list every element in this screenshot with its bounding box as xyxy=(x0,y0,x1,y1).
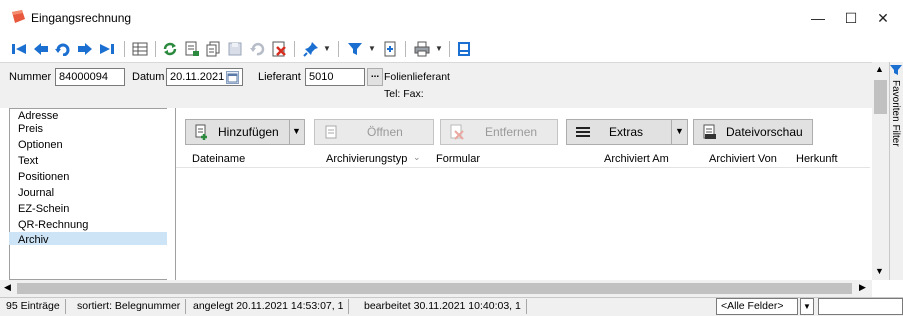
horizontal-scroll-thumb[interactable] xyxy=(17,283,852,294)
extras-dropdown-icon[interactable]: ▼ xyxy=(675,126,684,136)
archive-grid-header: Dateiname Archivierungstyp ⌄ Formular Ar… xyxy=(176,150,870,168)
remove-file-icon xyxy=(449,124,465,140)
toolbar-separator xyxy=(449,41,450,57)
first-record-icon[interactable] xyxy=(10,40,28,58)
exit-icon[interactable] xyxy=(455,40,473,58)
scroll-up-icon[interactable]: ▲ xyxy=(875,64,884,74)
title-bar xyxy=(0,0,903,36)
save-icon[interactable] xyxy=(226,40,244,58)
add-button[interactable]: Hinzufügen xyxy=(185,119,305,145)
refresh-icon[interactable] xyxy=(161,40,179,58)
filter-icon[interactable] xyxy=(346,40,364,58)
open-button[interactable]: Öffnen xyxy=(314,119,434,145)
status-edited: bearbeitet 30.11.2021 10:40:03, 1 xyxy=(364,299,527,314)
last-record-icon[interactable] xyxy=(98,40,116,58)
print-icon[interactable] xyxy=(413,40,431,58)
nav-item-positionen[interactable]: Positionen xyxy=(18,171,69,183)
preview-button-label: Dateivorschau xyxy=(726,125,803,139)
open-file-icon xyxy=(323,124,339,140)
extras-button-label: Extras xyxy=(609,125,644,139)
col-formular[interactable]: Formular xyxy=(436,153,480,165)
sort-chevron-icon: ⌄ xyxy=(413,152,421,162)
nav-item-preis[interactable]: Preis xyxy=(18,123,43,135)
sidetab-filter-icon xyxy=(890,64,902,79)
scroll-down-icon[interactable]: ▼ xyxy=(875,266,884,276)
field-filter-select[interactable]: <Alle Felder> xyxy=(716,298,798,315)
filter-dropdown-icon[interactable]: ▼ xyxy=(368,44,376,53)
status-count: 95 Einträge xyxy=(6,299,66,314)
toolbar-separator xyxy=(124,41,125,57)
status-created: angelegt 20.11.2021 14:53:07, 1 xyxy=(193,299,350,314)
pin-dropdown-icon[interactable]: ▼ xyxy=(323,44,331,53)
toolbar-separator xyxy=(155,41,156,57)
col-archiviert-am[interactable]: Archiviert Am xyxy=(604,153,669,165)
remove-button[interactable]: Entfernen xyxy=(440,119,558,145)
nav-item-qr-rechnung[interactable]: QR-Rechnung xyxy=(18,219,88,231)
extras-split-divider xyxy=(671,119,672,145)
vertical-scroll-thumb[interactable] xyxy=(874,80,887,114)
preview-icon xyxy=(702,124,718,140)
tel-fax: Tel: Fax: xyxy=(384,88,424,100)
nummer-field[interactable]: 84000094 xyxy=(55,68,125,86)
toolbar-separator xyxy=(338,41,339,57)
nummer-label: Nummer xyxy=(9,71,52,83)
toolbar-separator xyxy=(405,41,406,57)
app-icon xyxy=(12,10,25,23)
favorites-filter-label: Favoriten Filter xyxy=(890,80,901,147)
header-panel xyxy=(0,62,872,108)
lieferant-name: Folienlieferant xyxy=(384,71,450,83)
toolbar-separator xyxy=(294,41,295,57)
export-icon[interactable] xyxy=(183,40,201,58)
col-herkunft[interactable]: Herkunft xyxy=(796,153,838,165)
status-sort: sortiert: Belegnummer xyxy=(77,299,187,314)
nav-item-archiv[interactable]: Archiv xyxy=(18,234,49,246)
table-view-icon[interactable] xyxy=(131,40,149,58)
back-history-icon[interactable] xyxy=(54,40,72,58)
next-record-icon[interactable] xyxy=(76,40,94,58)
nav-item-optionen[interactable]: Optionen xyxy=(18,139,63,151)
close-button[interactable]: ✕ xyxy=(860,0,903,36)
undo-icon[interactable] xyxy=(248,40,266,58)
open-button-label: Öffnen xyxy=(367,125,403,139)
nav-item-ez-schein[interactable]: EZ-Schein xyxy=(18,203,69,215)
add-split-divider xyxy=(289,119,290,145)
print-dropdown-icon[interactable]: ▼ xyxy=(435,44,443,53)
field-filter-dropdown-icon[interactable]: ▼ xyxy=(800,298,814,315)
nav-item-text[interactable]: Text xyxy=(18,155,38,167)
previous-record-icon[interactable] xyxy=(32,40,50,58)
col-archivierungstyp[interactable]: Archivierungstyp xyxy=(326,153,407,165)
search-input[interactable] xyxy=(818,298,903,315)
window-title: Eingangsrechnung xyxy=(31,11,132,25)
col-archiviert-von[interactable]: Archiviert Von xyxy=(709,153,777,165)
extras-button[interactable]: Extras xyxy=(566,119,688,145)
nav-item-journal[interactable]: Journal xyxy=(18,187,54,199)
nav-item-adresse[interactable]: Adresse xyxy=(18,110,58,122)
preview-button[interactable]: Dateivorschau xyxy=(693,119,813,145)
remove-button-label: Entfernen xyxy=(485,125,538,139)
add-button-label: Hinzufügen xyxy=(218,125,279,139)
delete-icon[interactable] xyxy=(270,40,288,58)
add-dropdown-icon[interactable]: ▼ xyxy=(292,126,301,136)
calendar-icon[interactable] xyxy=(226,71,239,84)
lieferant-lookup-button[interactable]: ... xyxy=(367,68,383,86)
add-file-icon xyxy=(194,124,210,140)
lieferant-label: Lieferant xyxy=(258,71,301,83)
scroll-left-icon[interactable]: ◀ xyxy=(4,282,11,293)
lieferant-field[interactable]: 5010 xyxy=(305,68,365,86)
scroll-right-icon[interactable]: ▶ xyxy=(859,282,866,293)
copy-icon[interactable] xyxy=(204,40,222,58)
col-dateiname[interactable]: Dateiname xyxy=(192,153,245,165)
datum-label: Datum xyxy=(132,71,165,83)
document-icon[interactable] xyxy=(381,40,399,58)
menu-lines-icon xyxy=(575,124,591,140)
pin-icon[interactable] xyxy=(302,40,320,58)
